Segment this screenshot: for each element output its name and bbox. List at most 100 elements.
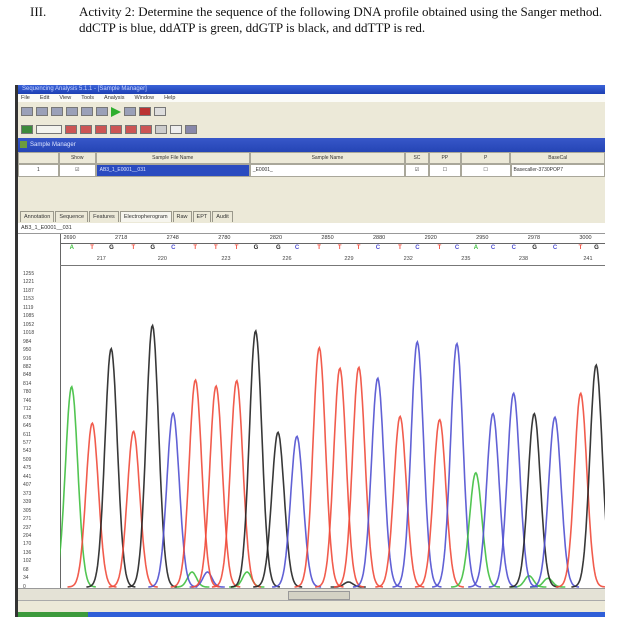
peak-T: [414, 418, 464, 588]
base-number: 223: [221, 256, 231, 262]
y-tick-label: 543: [23, 448, 32, 455]
y-tick-label: 475: [23, 465, 32, 472]
tab-electropherogram[interactable]: Electropherogram: [119, 211, 172, 222]
toolbar-button[interactable]: [125, 125, 137, 134]
table-header: Show Sample File Name Sample Name SC PP P Base…: [18, 152, 605, 164]
base-call: T: [437, 245, 442, 251]
table-cell[interactable]: ☐: [460, 164, 511, 177]
y-tick-label: 34: [23, 575, 29, 582]
menu-window[interactable]: Window: [135, 94, 155, 102]
menu-file[interactable]: File: [21, 94, 30, 102]
column-header[interactable]: P: [460, 152, 511, 164]
y-tick-label: 577: [23, 440, 32, 446]
peak-G: [230, 328, 280, 588]
y-tick-label: 1187: [23, 287, 34, 294]
tab-features[interactable]: Features: [89, 211, 119, 222]
toolbar-button[interactable]: [66, 107, 78, 116]
base-number: 217: [96, 256, 106, 262]
print-icon[interactable]: [81, 107, 93, 116]
tab-audit[interactable]: Audit: [212, 211, 233, 222]
taskbar: [18, 612, 605, 617]
menu-edit[interactable]: Edit: [40, 94, 49, 102]
y-tick-label: 882: [23, 363, 32, 370]
table-cell: 1: [18, 164, 59, 177]
y-tick-label: 645: [23, 423, 32, 430]
tab-annotation[interactable]: Annotation: [20, 211, 55, 222]
menu-tools[interactable]: Tools: [81, 94, 94, 102]
y-tick-label: 1119: [23, 304, 34, 311]
menu-analysis[interactable]: Analysis: [104, 94, 124, 102]
base-call: T: [214, 245, 218, 251]
toolbar-button[interactable]: [154, 107, 166, 116]
table-cell: Basecaller-3730POP7: [510, 164, 605, 177]
base-call: T: [337, 245, 342, 251]
y-axis: 1255 1221 1187 1153 1119 1085 1052 1018 984 950 91…: [18, 234, 61, 590]
toolbar-button[interactable]: [51, 107, 63, 116]
toolbar-button[interactable]: [36, 107, 48, 116]
peak-C: [432, 341, 482, 588]
base-call: T: [90, 245, 94, 251]
y-tick-label: 271: [23, 516, 32, 523]
toolbar-view: [18, 121, 605, 138]
menu-help[interactable]: Help: [164, 94, 175, 102]
toolbar-button[interactable]: [110, 125, 122, 134]
base-number: 235: [461, 256, 471, 262]
y-tick-label: 237: [23, 524, 32, 531]
toolbar-button[interactable]: [185, 125, 197, 134]
y-tick-label: 916: [23, 355, 32, 362]
peak-G: [86, 346, 136, 588]
y-tick-label: 1018: [23, 330, 35, 337]
table-cell[interactable]: ☑: [58, 164, 96, 177]
base-call: C: [375, 245, 381, 251]
y-tick-label: 780: [23, 389, 32, 396]
table-cell[interactable]: ☐: [428, 164, 461, 177]
toolbar-button[interactable]: [140, 125, 152, 134]
base-number: 241: [583, 256, 593, 262]
toolbar-button[interactable]: [65, 125, 77, 134]
toolbar-button[interactable]: [139, 107, 151, 116]
column-header[interactable]: BaseCal: [510, 152, 605, 164]
column-header[interactable]: Show: [58, 152, 96, 164]
column-header[interactable]: SC: [405, 152, 429, 164]
y-tick-label: 68: [23, 566, 29, 573]
base-call: C: [511, 245, 516, 251]
scrollbar-thumb[interactable]: [288, 591, 350, 600]
peak-T: [315, 366, 365, 588]
table-cell[interactable]: ☑: [405, 164, 429, 177]
start-button[interactable]: [18, 612, 88, 617]
column-header[interactable]: Sample File Name: [95, 152, 250, 164]
toolbar-button[interactable]: [170, 125, 182, 134]
tab-ept[interactable]: EPT: [192, 211, 212, 222]
peak-T: [334, 365, 384, 588]
menu-view[interactable]: View: [59, 94, 71, 102]
toolbar-button[interactable]: [155, 125, 167, 134]
column-header[interactable]: PP: [428, 152, 461, 164]
table-row[interactable]: 1 ☑ AB3_1_E0001__031 _E0001_ ☑ ☐ ☐ Basecaller-3…: [18, 164, 605, 177]
sample-manager-title: Sample Manager: [30, 142, 76, 148]
base-calls: A T G T G C T T T G G C T T T C T C T C A C C G C T G 217 220 223 226 2…: [18, 234, 605, 266]
peak-C: [272, 434, 322, 588]
base-number: 232: [403, 256, 413, 262]
toolbar-button[interactable]: [21, 125, 33, 134]
base-call: A: [69, 245, 74, 251]
column-header[interactable]: [18, 152, 59, 164]
play-icon[interactable]: [111, 106, 121, 117]
toolbar-button[interactable]: [21, 107, 33, 116]
stop-icon[interactable]: [124, 107, 136, 116]
tab-sequence[interactable]: Sequence: [55, 211, 89, 222]
tab-bar: Annotation Sequence Features Electropherogr…: [18, 208, 605, 222]
column-header[interactable]: Sample Name: [249, 152, 405, 164]
tab-raw[interactable]: Raw: [172, 211, 192, 222]
toolbar-button[interactable]: [96, 107, 108, 116]
y-tick-label: 136: [23, 549, 32, 556]
base-call: C: [490, 245, 496, 251]
base-call: C: [171, 245, 176, 251]
base-call: G: [275, 245, 281, 251]
peak-T: [67, 421, 117, 588]
table-cell: AB3_1_E0001__031: [95, 164, 250, 177]
toolbar-button[interactable]: [95, 125, 107, 134]
y-tick-label: 746: [23, 397, 32, 404]
toolbar-button[interactable]: [80, 125, 92, 134]
electropherogram-plot: [60, 323, 605, 588]
dropdown[interactable]: [36, 125, 62, 134]
